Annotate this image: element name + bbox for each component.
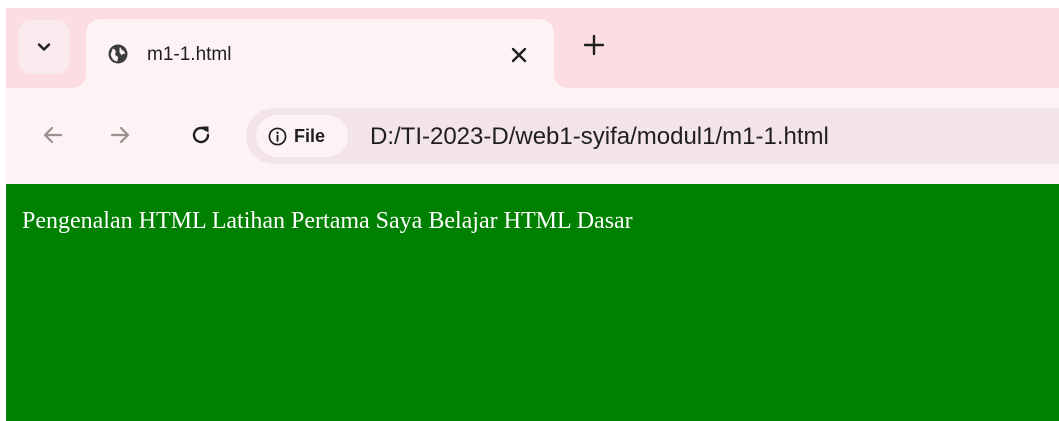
globe-icon	[108, 44, 128, 64]
close-icon[interactable]	[508, 44, 530, 66]
plus-icon[interactable]	[582, 33, 606, 57]
site-info-chip[interactable]: File	[256, 115, 348, 157]
back-button[interactable]	[39, 121, 67, 149]
arrow-right-icon	[110, 126, 130, 144]
page-body-text: Pengenalan HTML Latihan Pertama Saya Bel…	[22, 208, 633, 234]
tab-active[interactable]: m1-1.html	[86, 19, 554, 88]
page-viewport: Pengenalan HTML Latihan Pertama Saya Bel…	[6, 184, 1059, 421]
arrow-left-icon	[43, 126, 63, 144]
chevron-down-icon	[37, 43, 51, 51]
forward-button[interactable]	[106, 121, 134, 149]
tab-search-button[interactable]	[18, 20, 70, 74]
tab-strip: m1-1.html	[6, 8, 1059, 88]
url-text[interactable]: D:/TI-2023-D/web1-syifa/modul1/m1-1.html	[370, 123, 829, 150]
address-bar[interactable]: File D:/TI-2023-D/web1-syifa/modul1/m1-1…	[246, 108, 1059, 164]
info-icon	[268, 127, 287, 145]
reload-icon	[192, 126, 210, 144]
site-chip-label: File	[294, 125, 326, 146]
toolbar: File D:/TI-2023-D/web1-syifa/modul1/m1-1…	[6, 88, 1059, 184]
reload-button[interactable]	[187, 121, 215, 149]
browser-window: m1-1.html File D:/TI-2023-D/web1-syifa/m…	[6, 8, 1059, 421]
tab-title: m1-1.html	[147, 44, 232, 65]
